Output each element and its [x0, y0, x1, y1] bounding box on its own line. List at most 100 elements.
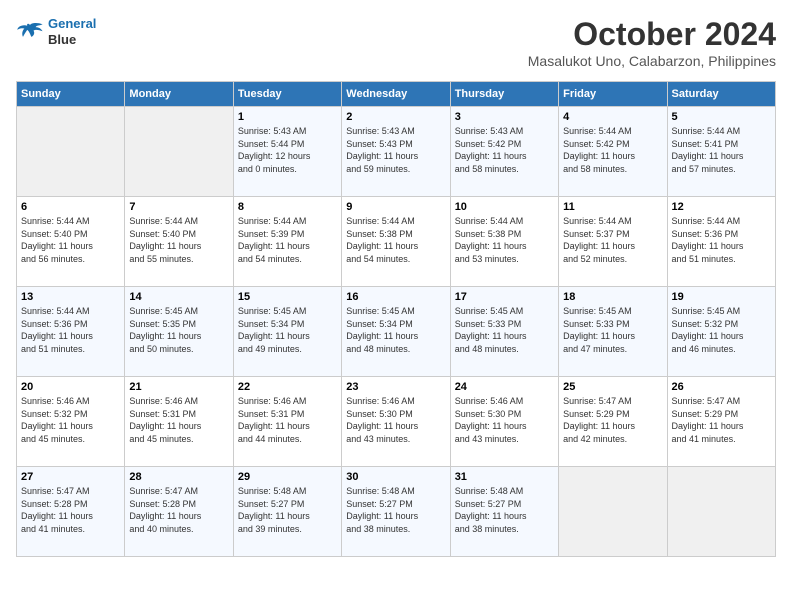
calendar-cell [667, 467, 775, 557]
day-info: Sunrise: 5:46 AM Sunset: 5:32 PM Dayligh… [21, 395, 120, 445]
day-number: 9 [346, 201, 445, 213]
day-info: Sunrise: 5:48 AM Sunset: 5:27 PM Dayligh… [455, 485, 554, 535]
calendar-table: SundayMondayTuesdayWednesdayThursdayFrid… [16, 81, 776, 557]
day-info: Sunrise: 5:45 AM Sunset: 5:32 PM Dayligh… [672, 305, 771, 355]
calendar-week-row: 27Sunrise: 5:47 AM Sunset: 5:28 PM Dayli… [17, 467, 776, 557]
calendar-week-row: 13Sunrise: 5:44 AM Sunset: 5:36 PM Dayli… [17, 287, 776, 377]
calendar-cell: 12 Sunrise: 5:44 AM Sunset: 5:36 PM Dayli… [667, 197, 775, 287]
day-info: Sunrise: 5:47 AM Sunset: 5:29 PM Dayligh… [563, 395, 662, 445]
calendar-cell: 17 Sunrise: 5:45 AM Sunset: 5:33 PM Dayli… [450, 287, 558, 377]
calendar-cell: 1Sunrise: 5:43 AM Sunset: 5:44 PM Daylig… [233, 107, 341, 197]
day-info: Sunrise: 5:43 AM Sunset: 5:42 PM Dayligh… [455, 125, 554, 175]
calendar-cell: 24 Sunrise: 5:46 AM Sunset: 5:30 PM Dayli… [450, 377, 558, 467]
calendar-cell: 26 Sunrise: 5:47 AM Sunset: 5:29 PM Dayli… [667, 377, 775, 467]
day-number: 20 [21, 381, 120, 393]
calendar-cell: 25 Sunrise: 5:47 AM Sunset: 5:29 PM Dayli… [559, 377, 667, 467]
calendar-cell: 20 Sunrise: 5:46 AM Sunset: 5:32 PM Dayli… [17, 377, 125, 467]
column-header-monday: Monday [125, 82, 233, 107]
calendar-cell: 15Sunrise: 5:45 AM Sunset: 5:34 PM Dayli… [233, 287, 341, 377]
day-number: 5 [672, 111, 771, 123]
calendar-cell: 29Sunrise: 5:48 AM Sunset: 5:27 PM Dayli… [233, 467, 341, 557]
day-info: Sunrise: 5:44 AM Sunset: 5:40 PM Dayligh… [21, 215, 120, 265]
calendar-cell [559, 467, 667, 557]
calendar-cell: 11 Sunrise: 5:44 AM Sunset: 5:37 PM Dayli… [559, 197, 667, 287]
day-number: 25 [563, 381, 662, 393]
calendar-cell: 6 Sunrise: 5:44 AM Sunset: 5:40 PM Daylig… [17, 197, 125, 287]
day-info: Sunrise: 5:48 AM Sunset: 5:27 PM Dayligh… [346, 485, 445, 535]
month-title: October 2024 [528, 16, 776, 53]
calendar-cell: 4Sunrise: 5:44 AM Sunset: 5:42 PM Daylig… [559, 107, 667, 197]
day-info: Sunrise: 5:45 AM Sunset: 5:33 PM Dayligh… [455, 305, 554, 355]
day-info: Sunrise: 5:47 AM Sunset: 5:28 PM Dayligh… [21, 485, 120, 535]
day-info: Sunrise: 5:45 AM Sunset: 5:35 PM Dayligh… [129, 305, 228, 355]
column-header-tuesday: Tuesday [233, 82, 341, 107]
day-number: 22 [238, 381, 337, 393]
day-number: 13 [21, 291, 120, 303]
title-block: October 2024 Masalukot Uno, Calabarzon, … [528, 16, 776, 69]
day-info: Sunrise: 5:44 AM Sunset: 5:38 PM Dayligh… [455, 215, 554, 265]
column-header-saturday: Saturday [667, 82, 775, 107]
day-number: 4 [563, 111, 662, 123]
day-number: 10 [455, 201, 554, 213]
day-number: 24 [455, 381, 554, 393]
logo-icon [16, 21, 44, 43]
day-number: 15 [238, 291, 337, 303]
calendar-cell: 14 Sunrise: 5:45 AM Sunset: 5:35 PM Dayli… [125, 287, 233, 377]
calendar-cell: 23 Sunrise: 5:46 AM Sunset: 5:30 PM Dayli… [342, 377, 450, 467]
day-info: Sunrise: 5:43 AM Sunset: 5:44 PM Dayligh… [238, 125, 337, 175]
day-number: 12 [672, 201, 771, 213]
calendar-cell: 19Sunrise: 5:45 AM Sunset: 5:32 PM Dayli… [667, 287, 775, 377]
day-info: Sunrise: 5:45 AM Sunset: 5:34 PM Dayligh… [346, 305, 445, 355]
calendar-cell: 27Sunrise: 5:47 AM Sunset: 5:28 PM Dayli… [17, 467, 125, 557]
day-number: 17 [455, 291, 554, 303]
calendar-cell: 22 Sunrise: 5:46 AM Sunset: 5:31 PM Dayli… [233, 377, 341, 467]
day-number: 8 [238, 201, 337, 213]
day-number: 31 [455, 471, 554, 483]
day-info: Sunrise: 5:44 AM Sunset: 5:37 PM Dayligh… [563, 215, 662, 265]
day-number: 18 [563, 291, 662, 303]
day-number: 26 [672, 381, 771, 393]
calendar-cell: 16 Sunrise: 5:45 AM Sunset: 5:34 PM Dayli… [342, 287, 450, 377]
day-number: 29 [238, 471, 337, 483]
column-header-thursday: Thursday [450, 82, 558, 107]
day-info: Sunrise: 5:45 AM Sunset: 5:33 PM Dayligh… [563, 305, 662, 355]
day-number: 30 [346, 471, 445, 483]
day-number: 23 [346, 381, 445, 393]
day-number: 11 [563, 201, 662, 213]
day-info: Sunrise: 5:44 AM Sunset: 5:40 PM Dayligh… [129, 215, 228, 265]
day-info: Sunrise: 5:46 AM Sunset: 5:30 PM Dayligh… [455, 395, 554, 445]
column-header-wednesday: Wednesday [342, 82, 450, 107]
calendar-cell: 13Sunrise: 5:44 AM Sunset: 5:36 PM Dayli… [17, 287, 125, 377]
day-info: Sunrise: 5:44 AM Sunset: 5:36 PM Dayligh… [672, 215, 771, 265]
calendar-cell: 28Sunrise: 5:47 AM Sunset: 5:28 PM Dayli… [125, 467, 233, 557]
day-info: Sunrise: 5:47 AM Sunset: 5:29 PM Dayligh… [672, 395, 771, 445]
day-number: 16 [346, 291, 445, 303]
column-header-friday: Friday [559, 82, 667, 107]
calendar-cell: 2Sunrise: 5:43 AM Sunset: 5:43 PM Daylig… [342, 107, 450, 197]
calendar-cell [17, 107, 125, 197]
calendar-cell: 21Sunrise: 5:46 AM Sunset: 5:31 PM Dayli… [125, 377, 233, 467]
day-number: 14 [129, 291, 228, 303]
location-subtitle: Masalukot Uno, Calabarzon, Philippines [528, 53, 776, 69]
day-info: Sunrise: 5:44 AM Sunset: 5:38 PM Dayligh… [346, 215, 445, 265]
calendar-week-row: 20 Sunrise: 5:46 AM Sunset: 5:32 PM Dayli… [17, 377, 776, 467]
calendar-cell [125, 107, 233, 197]
day-info: Sunrise: 5:44 AM Sunset: 5:41 PM Dayligh… [672, 125, 771, 175]
day-info: Sunrise: 5:46 AM Sunset: 5:31 PM Dayligh… [238, 395, 337, 445]
calendar-week-row: 1Sunrise: 5:43 AM Sunset: 5:44 PM Daylig… [17, 107, 776, 197]
calendar-cell: 7 Sunrise: 5:44 AM Sunset: 5:40 PM Daylig… [125, 197, 233, 287]
calendar-cell: 18 Sunrise: 5:45 AM Sunset: 5:33 PM Dayli… [559, 287, 667, 377]
day-info: Sunrise: 5:46 AM Sunset: 5:30 PM Dayligh… [346, 395, 445, 445]
day-info: Sunrise: 5:44 AM Sunset: 5:39 PM Dayligh… [238, 215, 337, 265]
logo: General Blue [16, 16, 96, 47]
calendar-week-row: 6 Sunrise: 5:44 AM Sunset: 5:40 PM Daylig… [17, 197, 776, 287]
calendar-cell: 9 Sunrise: 5:44 AM Sunset: 5:38 PM Daylig… [342, 197, 450, 287]
calendar-cell: 8 Sunrise: 5:44 AM Sunset: 5:39 PM Daylig… [233, 197, 341, 287]
calendar-cell: 31 Sunrise: 5:48 AM Sunset: 5:27 PM Dayli… [450, 467, 558, 557]
column-header-sunday: Sunday [17, 82, 125, 107]
page-header: General Blue October 2024 Masalukot Uno,… [16, 16, 776, 69]
day-number: 7 [129, 201, 228, 213]
calendar-header-row: SundayMondayTuesdayWednesdayThursdayFrid… [17, 82, 776, 107]
calendar-cell: 3Sunrise: 5:43 AM Sunset: 5:42 PM Daylig… [450, 107, 558, 197]
day-number: 6 [21, 201, 120, 213]
